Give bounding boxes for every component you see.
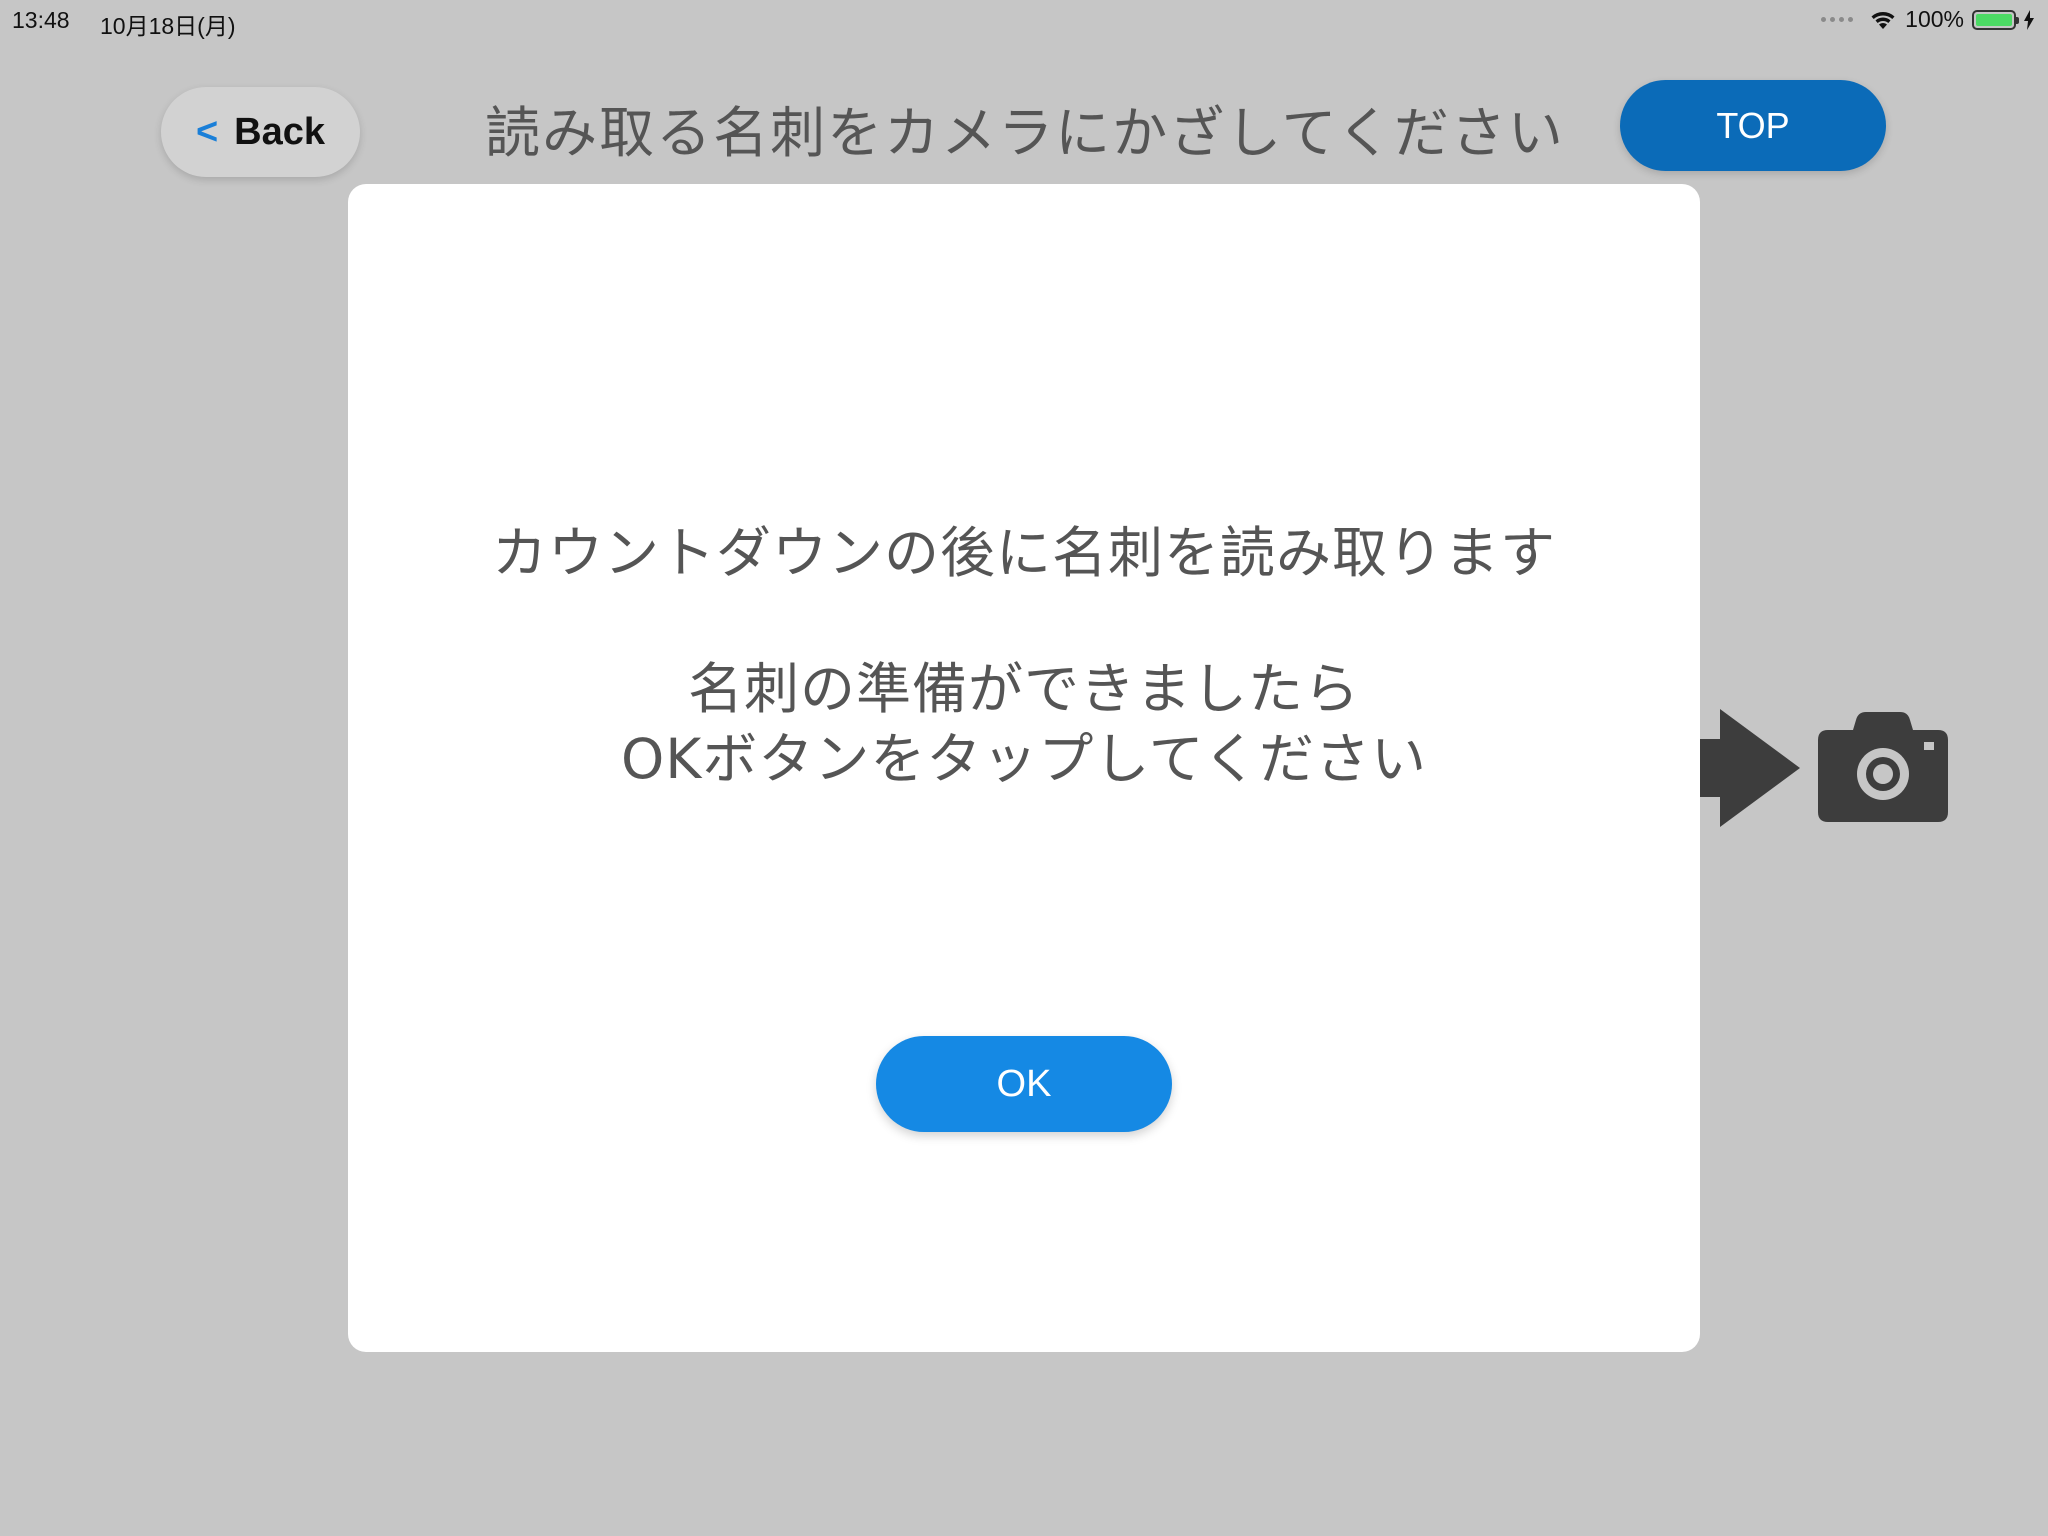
arrow-right-icon — [1700, 709, 1800, 827]
wifi-icon — [1871, 11, 1895, 29]
charging-icon — [2024, 9, 2034, 30]
chevron-left-icon: < — [195, 110, 219, 153]
status-date: 10月18日(月) — [100, 13, 236, 39]
dialog-instruction-line2: OKボタンをタップしてください — [620, 727, 1428, 791]
back-button[interactable]: < Back — [161, 87, 360, 177]
battery-icon — [1972, 9, 2019, 30]
status-time: 13:48 — [12, 7, 70, 33]
status-bar: 13:48 10月18日(月) 100% — [0, 0, 2048, 40]
ok-button[interactable]: OK — [876, 1036, 1172, 1132]
dialog: カウントダウンの後に名刺を読み取ります 名刺の準備ができましたら OKボタンをタ… — [348, 184, 1700, 1352]
dialog-instruction: 名刺の準備ができましたら OKボタンをタップしてください — [348, 654, 1700, 794]
status-right: 100% — [1821, 6, 2034, 33]
battery-percent: 100% — [1905, 6, 1964, 32]
camera-icon — [1818, 712, 1948, 822]
dialog-instruction-line1: 名刺の準備ができましたら — [687, 657, 1360, 721]
cellular-signal-icon — [1821, 17, 1854, 22]
top-button[interactable]: TOP — [1620, 80, 1886, 171]
page-title: 読み取る名刺をカメラにかざしてください — [485, 101, 1565, 165]
dialog-message: カウントダウンの後に名刺を読み取ります — [491, 521, 1556, 585]
back-button-label: Back — [234, 110, 326, 153]
